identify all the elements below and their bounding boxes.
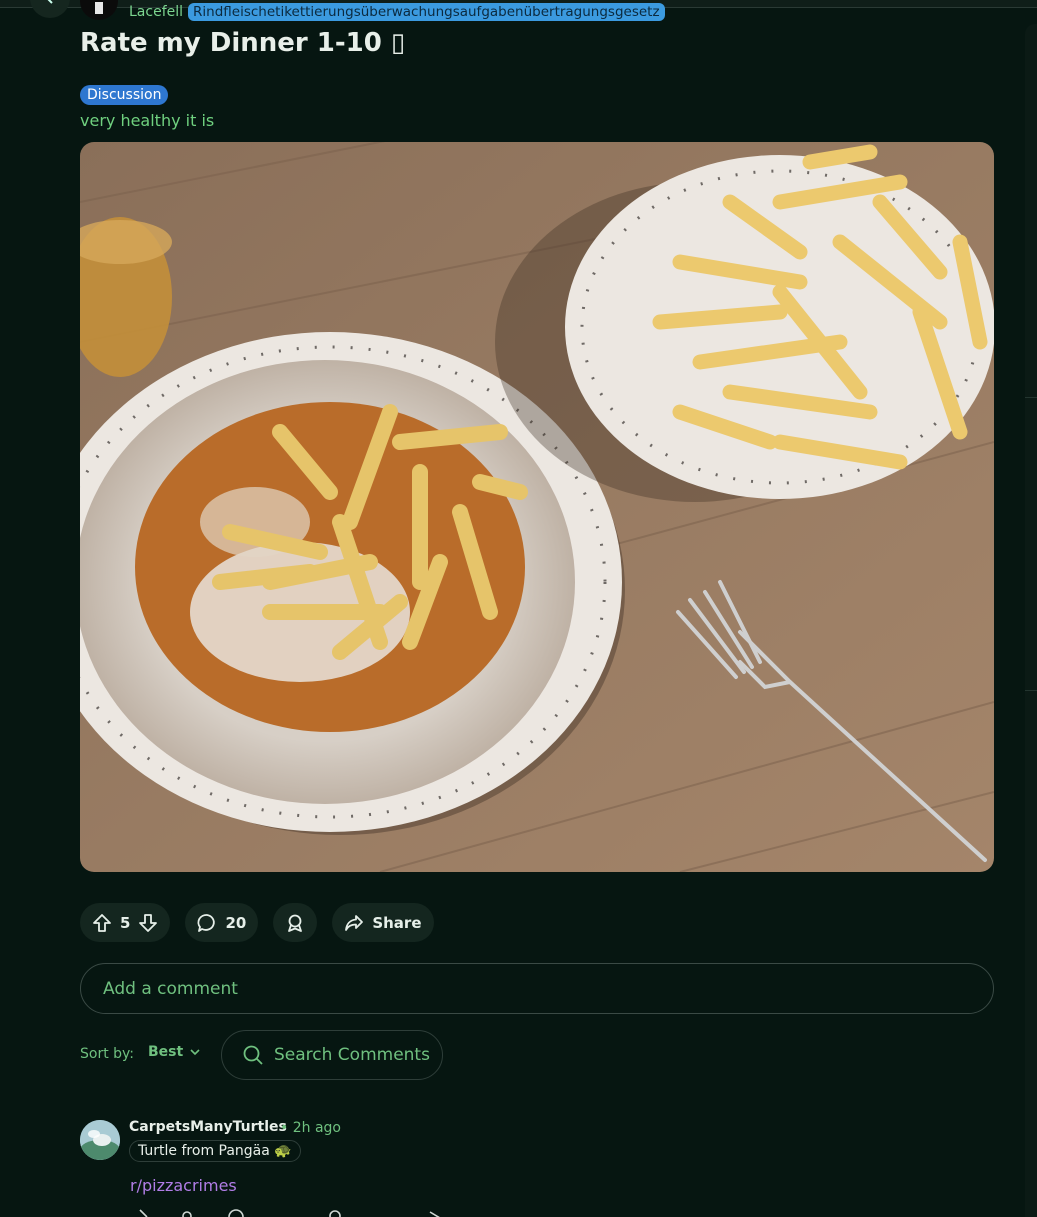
post-actions: 5 20 Share bbox=[80, 903, 434, 942]
comment-body[interactable]: r/pizzacrimes bbox=[130, 1176, 237, 1195]
award-icon bbox=[288, 914, 303, 932]
comment-author[interactable]: CarpetsManyTurtles bbox=[129, 1119, 287, 1135]
post-image[interactable] bbox=[80, 142, 994, 872]
comment-bubble-icon bbox=[197, 913, 216, 932]
upvote-icon[interactable] bbox=[92, 913, 112, 933]
sidebar-divider bbox=[1025, 690, 1037, 691]
post-title: Rate my Dinner 1-10 ▯ bbox=[80, 28, 406, 58]
comment-author-flair: Turtle from Pangäa 🐢 bbox=[129, 1140, 301, 1162]
avatar-image bbox=[80, 1120, 120, 1160]
community-logo-icon bbox=[80, 0, 118, 20]
share-button[interactable]: Share bbox=[332, 903, 434, 942]
comment-count: 20 bbox=[225, 913, 247, 932]
downvote-icon[interactable] bbox=[138, 913, 158, 933]
search-icon bbox=[243, 1045, 263, 1065]
sidebar-divider bbox=[1025, 397, 1037, 398]
community-avatar[interactable] bbox=[80, 0, 118, 20]
search-comments-placeholder: Search Comments bbox=[274, 1045, 430, 1065]
sort-value: Best bbox=[148, 1044, 184, 1060]
sort-label: Sort by: bbox=[80, 1046, 135, 1062]
right-sidebar-edge bbox=[1025, 24, 1037, 1217]
search-comments-field[interactable]: Search Comments bbox=[221, 1030, 443, 1080]
sort-dropdown[interactable]: Best bbox=[148, 1044, 201, 1060]
back-button[interactable] bbox=[30, 0, 70, 18]
dinner-photo bbox=[80, 142, 994, 872]
add-comment-input[interactable] bbox=[101, 977, 965, 1000]
upvote-count: 5 bbox=[120, 913, 131, 932]
share-icon bbox=[345, 914, 364, 931]
comment-timestamp: • 2h ago bbox=[280, 1120, 341, 1136]
community-name[interactable]: Lacefell bbox=[129, 4, 183, 20]
post-body: very healthy it is bbox=[80, 111, 215, 130]
back-arrow-icon bbox=[47, 0, 53, 4]
post-meta: Lacefell Rindfleischetikettierungsüberwa… bbox=[129, 3, 665, 21]
author-flair: Rindfleischetikettierungsüberwachungsauf… bbox=[188, 3, 665, 21]
comment-actions bbox=[130, 1208, 450, 1217]
post-tag[interactable]: Discussion bbox=[80, 85, 169, 105]
vote-bar: 5 bbox=[80, 903, 171, 942]
comments-button[interactable]: 20 bbox=[185, 903, 259, 942]
award-button[interactable] bbox=[273, 903, 318, 942]
comment-author-avatar[interactable] bbox=[80, 1120, 120, 1160]
chevron-down-icon bbox=[190, 1049, 200, 1056]
share-label: Share bbox=[372, 913, 422, 932]
add-comment-box[interactable] bbox=[80, 963, 994, 1014]
comment-action-icons bbox=[139, 1209, 440, 1217]
